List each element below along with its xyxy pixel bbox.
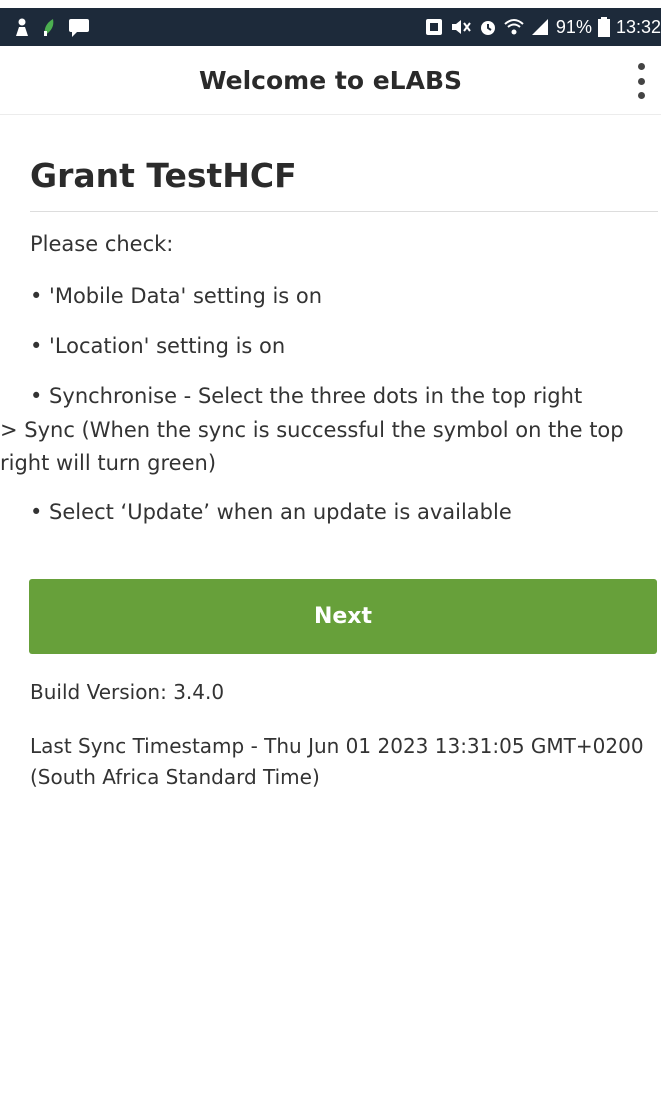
battery-percent: 91% [555,16,592,37]
wifi-icon [504,17,524,37]
mute-icon [450,17,472,37]
bullet-update: • Select ‘Update’ when an update is avai… [30,500,512,524]
status-time: 13:32 [615,16,661,37]
leaf-icon [42,17,56,37]
person-icon [14,17,30,37]
app-bar: Welcome to eLABS [0,46,661,115]
user-name: Grant TestHCF [30,156,297,195]
signal-icon [530,17,550,37]
status-right-icons: 91% 13:32 [424,8,661,46]
nfc-icon [424,17,444,37]
chat-icon [68,17,90,37]
bullet-mobile-data: • 'Mobile Data' setting is on [30,284,323,308]
main-content: Grant TestHCF Please check: • 'Mobile Da… [0,114,658,524]
divider [30,211,658,212]
check-heading: Please check: [30,232,174,256]
status-left-icons [14,8,90,46]
battery-icon [597,17,610,37]
status-bar: 91% 13:32 [0,8,661,46]
next-button[interactable]: Next [29,579,657,654]
page-title: Welcome to eLABS [198,66,463,95]
bullet-synchronise-continuation: > Sync (When the sync is successful the … [0,418,624,475]
more-vert-icon[interactable] [635,63,647,99]
screen: 91% 13:32 Welcome to eLABS Grant TestHCF… [0,0,661,1119]
bullet-location: • 'Location' setting is on [30,334,286,358]
last-sync-timestamp: Last Sync Timestamp - Thu Jun 01 2023 13… [30,734,644,789]
build-version: Build Version: 3.4.0 [30,680,225,704]
alarm-icon [478,17,498,37]
bullet-synchronise: • Synchronise - Select the three dots in… [30,384,583,408]
